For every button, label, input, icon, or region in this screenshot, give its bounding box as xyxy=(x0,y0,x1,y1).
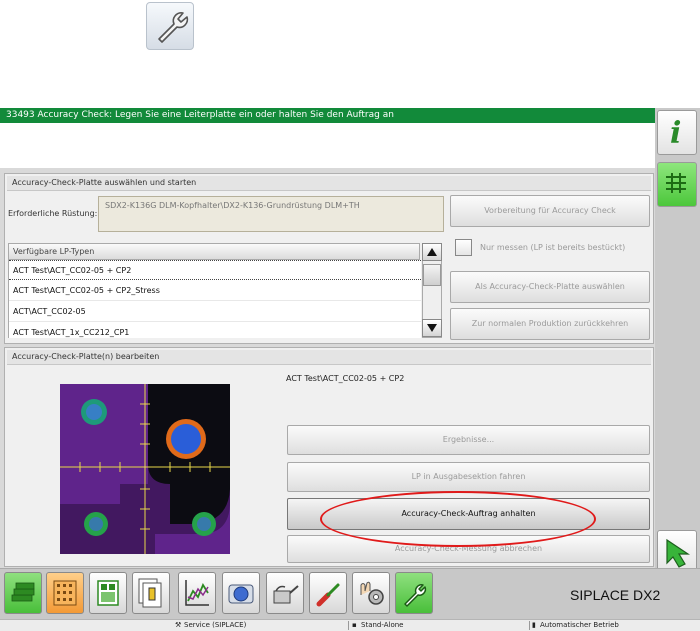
select-check-board-button[interactable]: Als Accuracy-Check-Platte auswählen xyxy=(450,271,650,303)
message-area xyxy=(0,123,655,168)
service-status-icon: ⚒ xyxy=(175,621,182,629)
scroll-up-button[interactable] xyxy=(422,243,442,261)
vision-button[interactable] xyxy=(222,572,260,614)
camera-icon xyxy=(228,584,254,604)
status-bar: ⚒ Service (SIPLACE) ▪ Stand-Alone ▮ Auto… xyxy=(0,619,700,631)
components-icon xyxy=(11,582,35,602)
maintenance-button[interactable] xyxy=(266,572,304,614)
mode-status-icon: ▪ xyxy=(352,621,357,629)
status-separator xyxy=(348,621,349,630)
prepare-accuracy-check-button[interactable]: Vorbereitung für Accuracy Check xyxy=(450,195,650,227)
panel-title: Accuracy-Check-Platte(n) bearbeiten xyxy=(7,350,651,365)
status-separator xyxy=(529,621,530,630)
board-type-list[interactable]: ACT Test\ACT_CC02-05 + CP2 ACT Test\ACT_… xyxy=(8,260,421,338)
service-status: Service (SIPLACE) xyxy=(184,621,247,629)
list-item[interactable]: ACT\ACT_CC02-05 xyxy=(9,302,421,322)
setup-label: Erforderliche Rüstung: xyxy=(8,209,98,218)
operation-status: Automatischer Betrieb xyxy=(540,621,619,629)
setup-field: SDX2-K136G DLM-Kopfhalter\DX2-K136-Grund… xyxy=(98,196,444,232)
arrow-up-icon xyxy=(427,248,437,256)
results-button[interactable]: Ergebnisse... xyxy=(287,425,650,455)
list-item[interactable]: ACT Test\ACT_1x_CC212_CP1 xyxy=(9,323,421,338)
grid-view-button[interactable] xyxy=(657,162,697,207)
brand-label: SIPLACE DX2 xyxy=(570,587,661,603)
list-item[interactable]: ACT Test\ACT_CC02-05 + CP2_Stress xyxy=(9,281,421,301)
return-to-production-button[interactable]: Zur normalen Produktion zurückkehren xyxy=(450,308,650,340)
wrench-icon[interactable] xyxy=(146,2,194,50)
arrow-down-icon xyxy=(427,324,437,332)
info-icon: i xyxy=(670,116,682,151)
components-button[interactable] xyxy=(4,572,42,614)
panel-title: Accuracy-Check-Platte auswählen und star… xyxy=(7,176,651,191)
mode-status: Stand-Alone xyxy=(361,621,404,629)
fiducial-camera-image xyxy=(60,384,230,554)
documents-button[interactable] xyxy=(132,572,170,614)
oil-can-icon xyxy=(273,585,299,604)
move-board-to-output-button[interactable]: LP in Ausgabesektion fahren xyxy=(287,462,650,492)
hand-gear-icon xyxy=(360,581,384,605)
board-grid-icon xyxy=(53,580,77,606)
message-bar: 33493 Accuracy Check: Legen Sie eine Lei… xyxy=(0,108,655,123)
settings-button[interactable] xyxy=(352,572,390,614)
list-item[interactable]: ACT Test\ACT_CC02-05 + CP2 xyxy=(9,260,421,280)
layout-button[interactable] xyxy=(89,572,127,614)
layout-icon xyxy=(97,580,119,606)
info-button[interactable]: i xyxy=(657,110,697,155)
board-name: ACT Test\ACT_CC02-05 + CP2 xyxy=(286,374,405,383)
scrollbar-thumb[interactable] xyxy=(423,264,441,286)
highlight-annotation xyxy=(320,491,596,547)
statistics-button[interactable] xyxy=(178,572,216,614)
wrench-icon xyxy=(404,584,427,607)
list-header: Verfügbare LP-Typen xyxy=(8,243,420,260)
operation-status-icon: ▮ xyxy=(532,621,536,629)
tools-button[interactable] xyxy=(309,572,347,614)
measure-only-checkbox[interactable] xyxy=(455,239,472,256)
screwdriver-icon xyxy=(316,583,340,607)
service-button[interactable] xyxy=(395,572,433,614)
scroll-down-button[interactable] xyxy=(422,319,442,337)
measure-only-label: Nur messen (LP ist bereits bestückt) xyxy=(480,243,626,252)
board-grid-button[interactable] xyxy=(46,572,84,614)
chart-icon xyxy=(185,580,209,606)
documents-icon xyxy=(138,578,162,608)
grid-icon xyxy=(666,173,686,193)
